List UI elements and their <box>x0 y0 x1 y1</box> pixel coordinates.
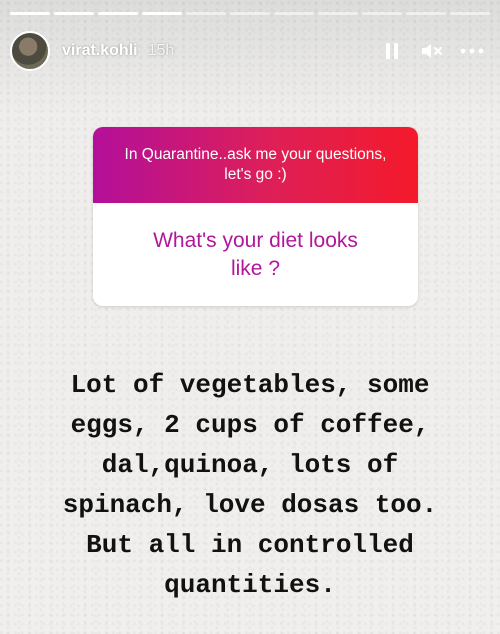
answer-text: Lot of vegetables, some eggs, 2 cups of … <box>62 370 438 600</box>
progress-segment <box>318 12 358 15</box>
question-sticker-header: In Quarantine..ask me your questions, le… <box>93 127 418 203</box>
story-controls <box>380 39 484 63</box>
question-prompt: In Quarantine..ask me your questions, le… <box>124 146 387 183</box>
username[interactable]: virat.kohli <box>62 42 138 60</box>
progress-segment <box>274 12 314 15</box>
progress-segment <box>10 12 50 15</box>
story-view: virat.kohli 15h In Quarantine..ask me yo… <box>0 0 500 634</box>
pause-icon[interactable] <box>380 39 404 63</box>
progress-segment <box>186 12 226 15</box>
progress-segment <box>54 12 94 15</box>
progress-segment <box>98 12 138 15</box>
mute-icon[interactable] <box>420 39 444 63</box>
story-header: virat.kohli 15h <box>10 28 490 74</box>
post-time: 15h <box>147 42 175 59</box>
more-options-icon[interactable] <box>460 39 484 63</box>
question-sticker: In Quarantine..ask me your questions, le… <box>93 127 418 306</box>
progress-segment <box>406 12 446 15</box>
progress-segment <box>230 12 270 15</box>
progress-segment <box>362 12 402 15</box>
submitted-question: What's your diet looks like ? <box>153 228 358 280</box>
avatar[interactable] <box>10 31 50 71</box>
story-progress-bar <box>10 12 490 15</box>
progress-segment <box>142 12 182 15</box>
question-sticker-body: What's your diet looks like ? <box>93 203 418 306</box>
progress-segment <box>450 12 490 15</box>
